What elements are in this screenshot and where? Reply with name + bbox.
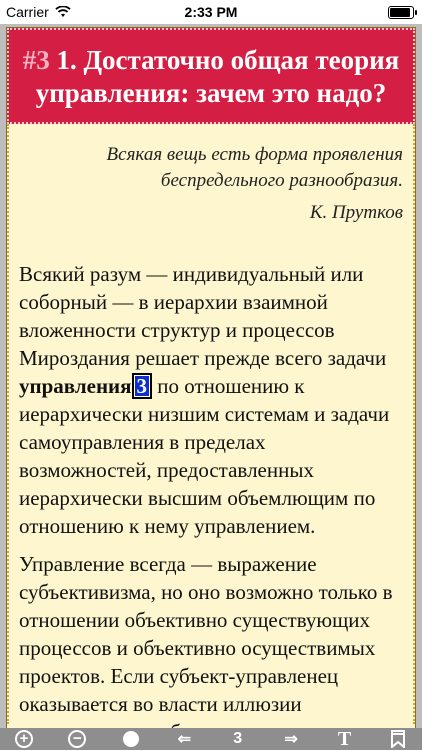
chapter-title: 1. Достаточно общая теория управления: з… [35, 45, 400, 108]
chapter-header: #3 1. Достаточно общая теория управления… [7, 28, 415, 124]
paragraph-1-end: по отношению к иерархически низшим систе… [19, 374, 390, 538]
zoom-in-button[interactable]: + [8, 728, 40, 750]
status-time: 2:33 PM [184, 4, 238, 20]
paragraph-1: Всякий разум — индивидуальный или соборн… [19, 260, 403, 540]
epigraph-author: К. Прутков [309, 202, 403, 223]
paragraph-1-bold: управления [19, 374, 132, 398]
chapter-content: Всякая вещь есть форма проявления беспре… [7, 124, 415, 729]
arrow-left-icon: ⇐ [177, 731, 191, 748]
font-button[interactable]: T [329, 728, 361, 750]
battery-icon [388, 6, 417, 19]
plus-circle-icon: + [15, 730, 33, 748]
paragraph-1-start: Всякий разум — индивидуальный или соборн… [19, 262, 387, 370]
page-number[interactable]: 3 [222, 728, 254, 750]
bookmark-button[interactable] [382, 728, 414, 750]
zoom-in-glyph: + [19, 730, 29, 747]
previous-page-button[interactable]: ⇐ [168, 728, 200, 750]
bookmark-icon [390, 730, 405, 748]
status-bar: Carrier 2:33 PM [0, 0, 422, 24]
footnote-reference[interactable]: 3 [131, 373, 153, 399]
mode-button[interactable] [115, 728, 147, 750]
chapter-number: #3 [22, 45, 50, 75]
filled-circle-icon [122, 731, 139, 747]
next-page-button[interactable]: ⇒ [275, 728, 307, 750]
epigraph-text: Всякая вещь есть форма проявления беспре… [106, 144, 403, 191]
paragraph-2: Управление всегда — выражение субъективи… [19, 552, 393, 729]
reader-page[interactable]: #3 1. Достаточно общая теория управления… [0, 24, 422, 730]
zoom-out-glyph: − [73, 730, 82, 747]
page-frame: #3 1. Достаточно общая теория управления… [6, 27, 416, 730]
page-number-label: 3 [233, 730, 243, 747]
battery-level [390, 8, 410, 17]
arrow-right-icon: ⇒ [284, 731, 298, 748]
bottom-toolbar: + − ⇐ 3 ⇒ T [0, 728, 422, 750]
minus-circle-icon: − [68, 730, 87, 748]
text-format-icon: T [337, 727, 352, 750]
zoom-out-button[interactable]: − [61, 728, 93, 750]
